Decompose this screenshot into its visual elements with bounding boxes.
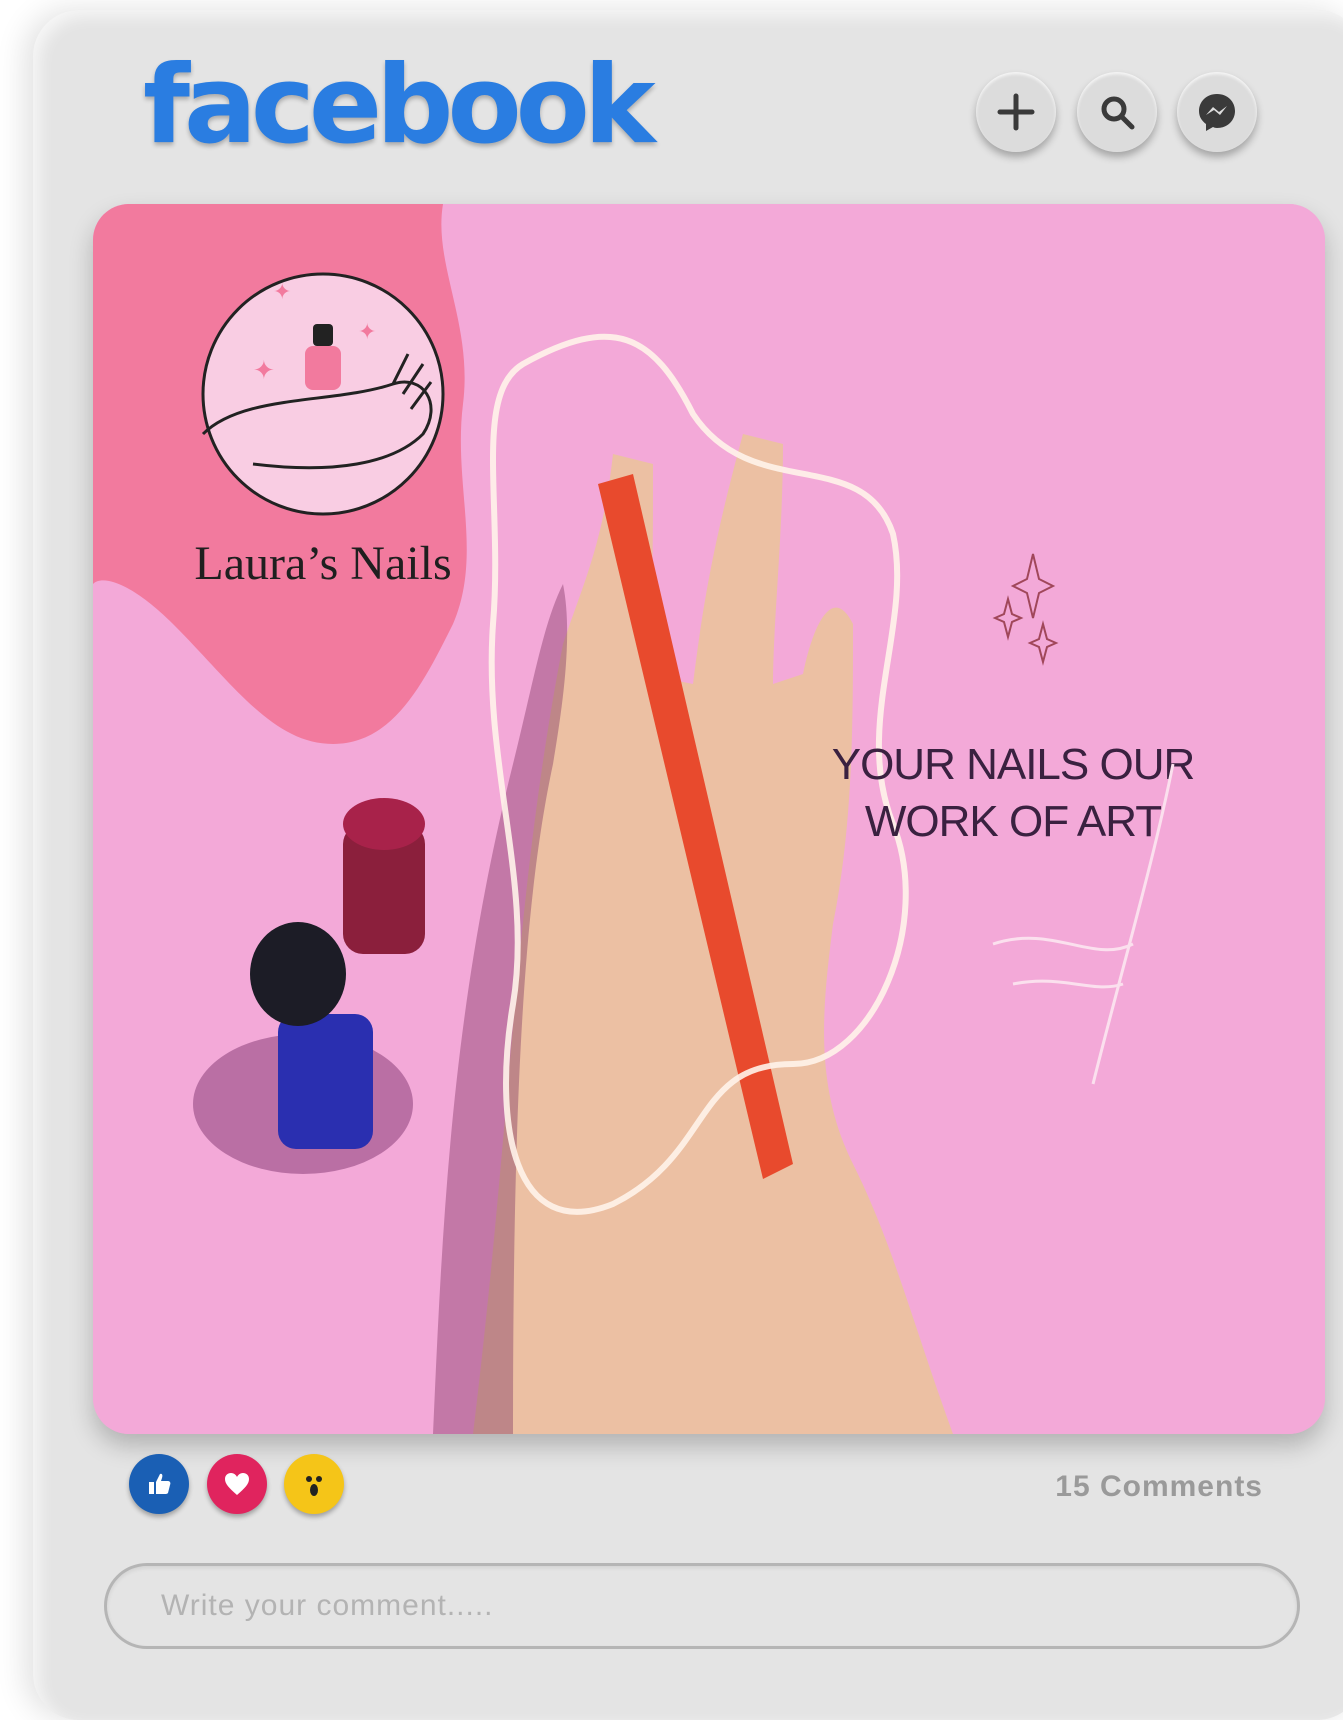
create-button[interactable] — [976, 72, 1056, 152]
svg-text:✦: ✦ — [253, 356, 275, 386]
search-button[interactable] — [1077, 72, 1157, 152]
like-reaction[interactable] — [129, 1454, 189, 1514]
comment-input[interactable] — [159, 1588, 1297, 1624]
comments-count[interactable]: 15 Comments — [1055, 1470, 1263, 1504]
logo-circle — [201, 272, 445, 516]
svg-text:✦: ✦ — [273, 280, 291, 305]
messenger-button[interactable] — [1177, 72, 1257, 152]
post-image[interactable]: ✦ ✦ ✦ YOUR NAILS OUR WORK OF ART Laura’s… — [93, 204, 1325, 1434]
tagline-line-1: YOUR NAILS OUR — [832, 740, 1195, 789]
logo-text: Laura’s Nails — [194, 537, 451, 590]
love-reaction[interactable] — [207, 1454, 267, 1514]
svg-text:✦: ✦ — [358, 320, 376, 345]
plus-icon — [997, 93, 1035, 131]
search-icon — [1101, 96, 1135, 130]
facebook-logo[interactable]: facebook — [143, 52, 656, 160]
like-icon — [149, 1473, 171, 1494]
comment-box[interactable] — [104, 1563, 1300, 1649]
tagline-line-2: WORK OF ART — [865, 797, 1161, 846]
wow-reaction[interactable] — [284, 1454, 344, 1514]
messenger-icon — [1199, 94, 1235, 131]
wow-icon — [306, 1476, 322, 1496]
love-icon — [225, 1473, 249, 1495]
